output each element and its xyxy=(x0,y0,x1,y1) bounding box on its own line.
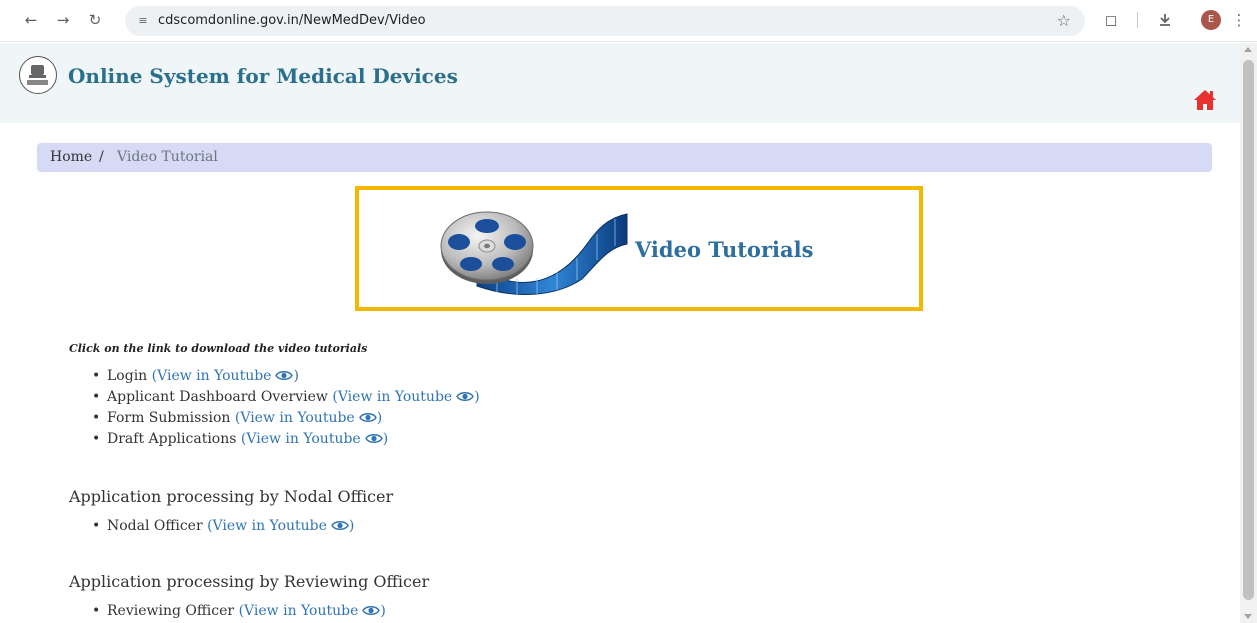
tutorial-label: Nodal Officer xyxy=(107,518,203,534)
youtube-link[interactable]: (View in Youtube) xyxy=(235,410,382,426)
bullet: • xyxy=(92,368,101,384)
scroll-down-arrow-icon[interactable] xyxy=(1244,614,1252,619)
extensions-icon[interactable]: ◻ xyxy=(1100,9,1122,31)
profile-avatar[interactable]: E xyxy=(1201,10,1221,30)
bullet: • xyxy=(92,389,101,405)
breadcrumb-separator: / xyxy=(99,149,104,165)
bullet: • xyxy=(92,603,101,619)
menu-kebab-icon[interactable]: ⋮ xyxy=(1228,9,1250,31)
bullet: • xyxy=(92,431,101,447)
instruction-text: Click on the link to download the video … xyxy=(69,342,368,355)
bullet: • xyxy=(92,410,101,426)
tutorial-label: Applicant Dashboard Overview xyxy=(107,389,328,405)
film-reel-image xyxy=(437,204,633,296)
youtube-link[interactable]: (View in Youtube) xyxy=(332,389,479,405)
youtube-link[interactable]: (View in Youtube) xyxy=(239,603,386,619)
eye-icon xyxy=(358,413,377,422)
home-icon[interactable] xyxy=(1193,89,1217,111)
toolbar-divider xyxy=(1137,12,1138,28)
scrollbar-thumb[interactable] xyxy=(1243,60,1254,600)
scroll-up-arrow-icon[interactable] xyxy=(1244,47,1252,52)
address-bar[interactable]: ≡ cdscomdonline.gov.in/NewMedDev/Video ☆ xyxy=(125,6,1085,36)
eye-icon xyxy=(456,392,475,401)
site-title: Online System for Medical Devices xyxy=(68,64,458,88)
breadcrumb-current: Video Tutorial xyxy=(117,149,218,165)
download-icon[interactable] xyxy=(1154,9,1176,31)
reload-icon[interactable]: ↻ xyxy=(84,9,106,31)
breadcrumb-home-link[interactable]: Home xyxy=(50,149,92,165)
site-info-icon[interactable]: ≡ xyxy=(135,13,151,29)
youtube-link[interactable]: (View in Youtube) xyxy=(241,431,388,447)
eye-icon xyxy=(331,521,349,530)
site-header: Online System for Medical Devices xyxy=(0,43,1240,123)
eye-icon xyxy=(362,606,381,615)
section-heading-reviewing: Application processing by Reviewing Offi… xyxy=(69,572,430,591)
tutorial-label: Login xyxy=(107,368,148,384)
tutorial-label: Draft Applications xyxy=(107,431,237,447)
forward-arrow-icon[interactable]: → xyxy=(52,9,74,31)
youtube-link[interactable]: (View in Youtube) xyxy=(152,368,299,384)
youtube-link[interactable]: (View in Youtube) xyxy=(207,518,354,534)
url-text[interactable]: cdscomdonline.gov.in/NewMedDev/Video xyxy=(158,12,426,30)
video-tutorials-banner: Video Tutorials xyxy=(355,186,923,311)
back-arrow-icon[interactable]: ← xyxy=(20,9,42,31)
breadcrumb: Home / Video Tutorial xyxy=(37,143,1212,172)
eye-icon xyxy=(364,434,383,443)
tutorial-label: Reviewing Officer xyxy=(107,603,235,619)
page-scrollbar[interactable] xyxy=(1240,43,1257,623)
government-emblem-logo xyxy=(19,56,57,94)
bullet: • xyxy=(92,518,101,534)
tutorial-label: Form Submission xyxy=(107,410,231,426)
section-heading-nodal: Application processing by Nodal Officer xyxy=(69,487,394,506)
bookmark-star-icon[interactable]: ☆ xyxy=(1057,11,1071,31)
banner-title: Video Tutorials xyxy=(635,237,814,262)
eye-icon xyxy=(275,371,294,380)
browser-toolbar: ← → ↻ ≡ cdscomdonline.gov.in/NewMedDev/V… xyxy=(0,0,1257,42)
